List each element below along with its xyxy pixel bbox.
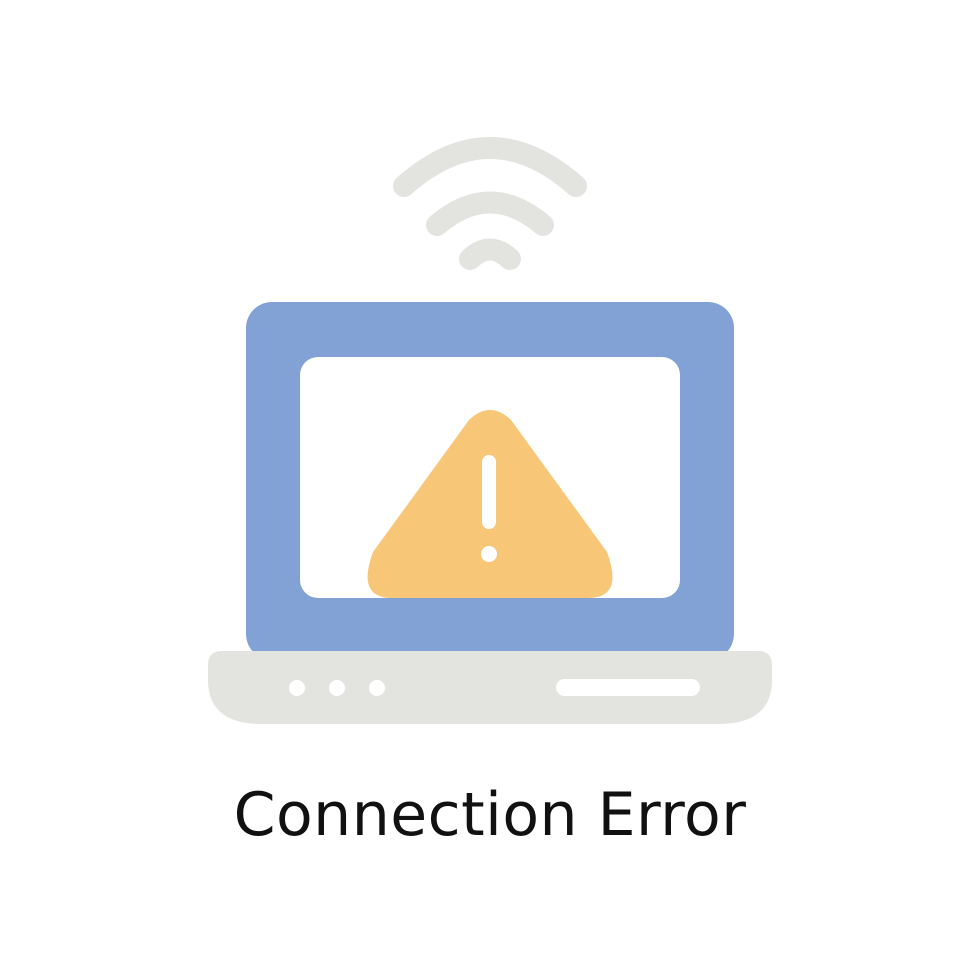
wifi-arc-outer: [393, 137, 587, 197]
wifi-arc-middle: [426, 191, 554, 236]
wifi-icon: [393, 137, 587, 270]
wifi-arc-inner: [459, 238, 521, 270]
indicator-dot: [329, 680, 345, 696]
laptop-icon: [208, 302, 772, 724]
touchpad-bar: [556, 679, 700, 696]
indicator-dot: [289, 680, 305, 696]
caption-title: Connection Error: [233, 780, 747, 850]
exclamation-dot: [481, 546, 497, 562]
indicator-dot: [369, 680, 385, 696]
